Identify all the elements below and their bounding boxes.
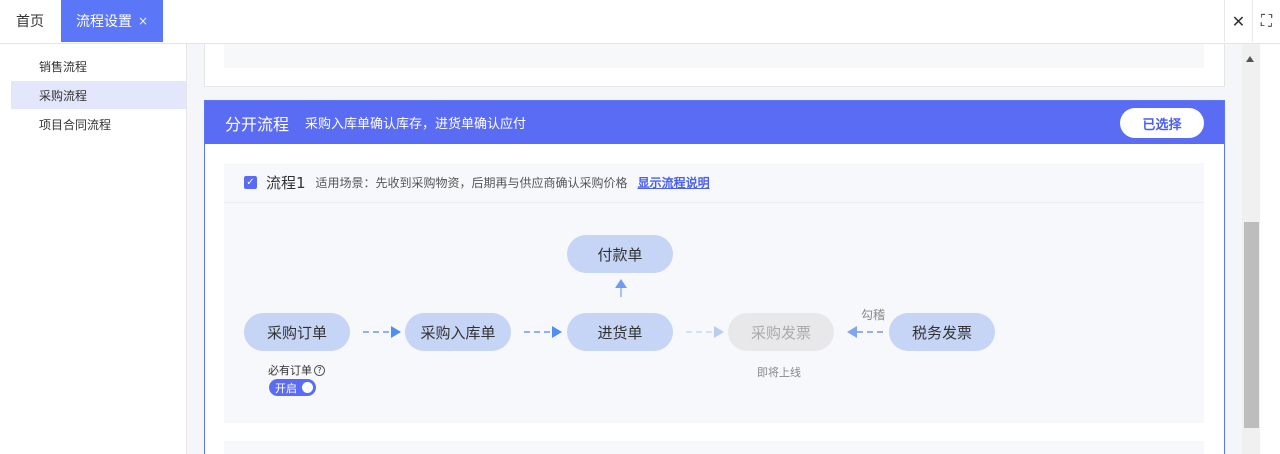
sidebar-item-label: 项目合同流程 (39, 117, 112, 132)
toggle-label: 开启 (275, 381, 297, 395)
tab-process-settings[interactable]: 流程设置 × (61, 0, 163, 42)
show-flow-description-link[interactable]: 显示流程说明 (638, 174, 710, 191)
help-icon[interactable]: ? (314, 365, 325, 376)
fullscreen-icon[interactable]: ⛶ (1252, 0, 1280, 42)
main-content: 分开流程 采购入库单确认库存，进货单确认应付 已选择 ✓ 流程1 适用场景：先收… (187, 44, 1242, 454)
tab-process-settings-label: 流程设置 (75, 14, 132, 30)
scroll-up-icon[interactable] (1246, 56, 1254, 62)
arrow-left-icon (847, 325, 885, 339)
card-header: 分开流程 采购入库单确认库存，进货单确认应付 已选择 (205, 101, 1224, 144)
card-title: 分开流程 (225, 114, 290, 134)
arrow-right-icon (524, 325, 562, 339)
selected-button[interactable]: 已选择 (1120, 108, 1204, 138)
sidebar: 销售流程 采购流程 项目合同流程 (0, 44, 187, 454)
node-purchase-order[interactable]: 采购订单 (244, 313, 350, 351)
next-flow-panel (224, 441, 1204, 454)
sidebar-item-label: 销售流程 (39, 59, 88, 74)
flow-description: 适用场景：先收到采购物资，后期再与供应商确认采购价格 (315, 176, 628, 190)
flow-panel: ✓ 流程1 适用场景：先收到采购物资，后期再与供应商确认采购价格 显示流程说明 … (224, 163, 1204, 423)
flow-header: ✓ 流程1 适用场景：先收到采购物资，后期再与供应商确认采购价格 显示流程说明 (224, 163, 1204, 203)
flow-name: 流程1 (266, 174, 306, 192)
sidebar-item-label: 采购流程 (39, 88, 88, 103)
node-goods-receipt[interactable]: 进货单 (567, 313, 673, 351)
node-purchase-invoice: 采购发票 (728, 313, 834, 351)
previous-option-card (204, 44, 1225, 87)
tab-home[interactable]: 首页 (0, 0, 60, 42)
previous-option-panel (224, 44, 1204, 68)
sidebar-item-sales-process[interactable]: 销售流程 (11, 52, 186, 80)
reconcile-label: 勾稽 (861, 308, 886, 322)
required-order-label: 必有订单? (268, 362, 325, 378)
node-payment[interactable]: 付款单 (567, 235, 673, 273)
arrow-up-icon (614, 279, 628, 297)
sidebar-item-project-contract-process[interactable]: 项目合同流程 (11, 110, 186, 138)
tab-bar: 首页 流程设置 × ✕ ⛶ (0, 0, 1280, 44)
required-order-toggle[interactable]: 开启 (269, 379, 316, 396)
flow-checkbox[interactable]: ✓ (244, 176, 257, 189)
node-tax-invoice[interactable]: 税务发票 (889, 313, 995, 351)
card-subtitle: 采购入库单确认库存，进货单确认应付 (305, 117, 527, 132)
tab-close-icon[interactable]: × (138, 14, 148, 28)
arrow-right-icon (363, 325, 401, 339)
toggle-knob (302, 382, 313, 393)
required-order-text: 必有订单 (268, 364, 312, 377)
tab-home-label: 首页 (16, 14, 44, 30)
vertical-scrollbar[interactable] (1242, 44, 1260, 454)
coming-soon-label: 即将上线 (757, 366, 801, 379)
arrow-right-icon (686, 325, 724, 339)
node-purchase-inbound[interactable]: 采购入库单 (405, 313, 511, 351)
right-gutter (1260, 44, 1280, 454)
sidebar-item-purchase-process[interactable]: 采购流程 (11, 81, 186, 109)
scrollbar-thumb[interactable] (1244, 222, 1259, 428)
separate-process-card: 分开流程 采购入库单确认库存，进货单确认应付 已选择 ✓ 流程1 适用场景：先收… (204, 100, 1225, 454)
close-icon[interactable]: ✕ (1224, 0, 1252, 42)
